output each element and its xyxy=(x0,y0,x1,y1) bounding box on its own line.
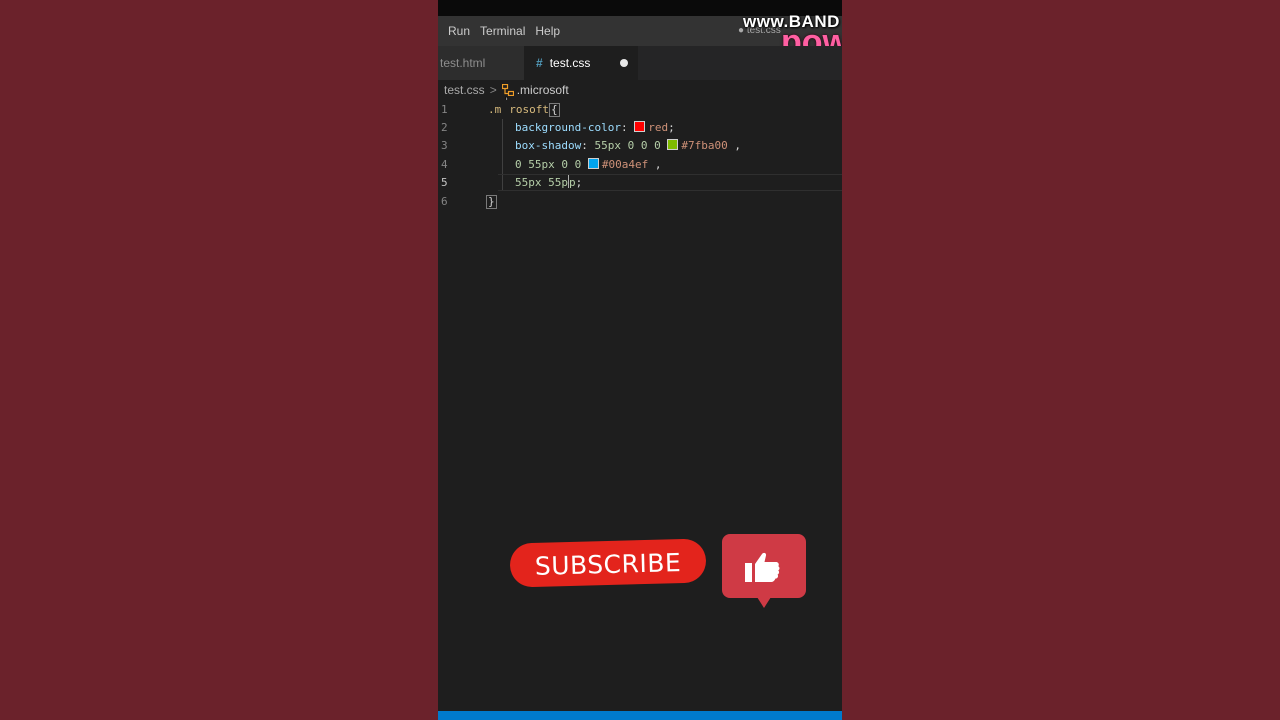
css-file-icon: # xyxy=(536,56,543,70)
menu-item-run[interactable]: Run xyxy=(438,24,470,38)
like-button[interactable] xyxy=(722,534,806,598)
code-line-4: 4 0 55px 0 0 #00a4ef , xyxy=(438,156,842,174)
breadcrumb-separator: > xyxy=(489,83,497,97)
code-line-6: 6 } xyxy=(438,193,842,211)
code-line-2: 2 background-color: red; xyxy=(438,119,842,137)
code-line-5: 5 55px 55pp; xyxy=(438,174,842,192)
code-text: 0 55px 0 0 #00a4ef , xyxy=(515,158,662,171)
code-text: 55px 55pp; xyxy=(515,175,583,189)
color-swatch-red[interactable] xyxy=(634,121,646,132)
like-button-tail xyxy=(757,597,771,608)
code-text: background-color: red; xyxy=(515,121,675,134)
line-number: 4 xyxy=(441,158,448,171)
breadcrumb-symbol[interactable]: .microsoft xyxy=(517,83,569,97)
tab-bar: test.html # test.css xyxy=(438,46,842,80)
line-number: 3 xyxy=(441,139,448,152)
line-number: 5 xyxy=(441,176,448,189)
status-bar xyxy=(438,711,842,720)
breadcrumb-file[interactable]: test.css xyxy=(444,83,485,97)
unsaved-dot-icon[interactable] xyxy=(620,59,628,67)
subscribe-button[interactable]: SUBSCRIBE xyxy=(509,538,707,588)
line-number: 6 xyxy=(441,195,448,208)
breadcrumb: test.css > .microsoft xyxy=(438,80,842,100)
line-number: 2 xyxy=(441,121,448,134)
css-selector-symbol-icon xyxy=(501,83,514,97)
code-line-1: 1 .m rosoft{ xyxy=(438,101,842,119)
tab-test-css[interactable]: # test.css xyxy=(524,46,638,80)
code-text: .m rosoft{ xyxy=(488,103,560,117)
page: Run Terminal Help ● test.css www.BAND po… xyxy=(0,0,1280,720)
code-line-3: 3 box-shadow: 55px 0 0 0 #7fba00 , xyxy=(438,137,842,155)
menu-item-terminal[interactable]: Terminal xyxy=(470,24,525,38)
code-text: box-shadow: 55px 0 0 0 #7fba00 , xyxy=(515,139,741,152)
line-number: 1 xyxy=(441,103,448,116)
color-swatch-blue[interactable] xyxy=(587,158,599,169)
color-swatch-green[interactable] xyxy=(667,139,679,150)
menu-item-help[interactable]: Help xyxy=(525,24,560,38)
video-frame: Run Terminal Help ● test.css www.BAND po… xyxy=(438,0,842,720)
code-text: } xyxy=(486,195,497,209)
tab-test-html[interactable]: test.html xyxy=(438,46,524,80)
tab-label: test.css xyxy=(549,56,591,70)
tab-label: test.html xyxy=(440,56,486,70)
thumbs-up-icon xyxy=(745,552,780,582)
code-editor[interactable]: 1 .m rosoft{ 2 background-color: red; 3 b… xyxy=(438,100,842,711)
